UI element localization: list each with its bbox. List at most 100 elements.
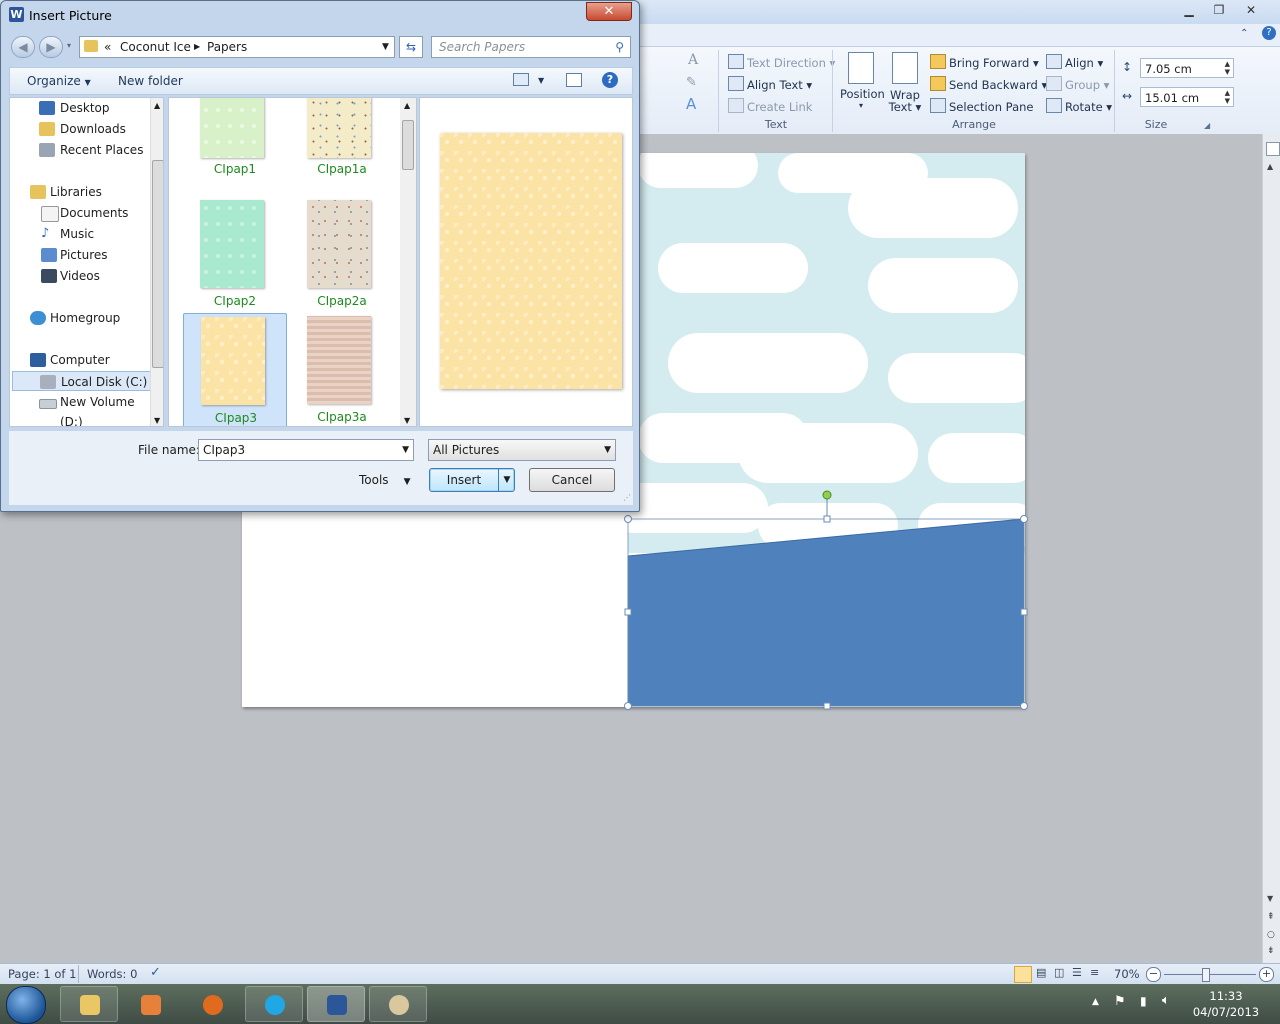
search-input[interactable]: Search Papers ⚲ — [431, 36, 631, 58]
resize-handle[interactable] — [624, 608, 632, 616]
align-text-button[interactable]: Align Text ▾ — [728, 76, 812, 92]
resize-grip-icon[interactable]: ⋰ — [623, 493, 631, 502]
selection-pane-button[interactable]: Selection Pane — [930, 98, 1033, 114]
search-icon[interactable]: ⚲ — [615, 37, 624, 57]
align-button[interactable]: Align ▾ — [1046, 54, 1103, 70]
word-count[interactable]: Words: 0 — [87, 967, 137, 981]
file-tile-clpap2a[interactable]: CIpap2a — [290, 200, 394, 316]
nav-item-pictures[interactable]: Pictures — [10, 245, 150, 265]
blue-trapezoid-shape[interactable] — [627, 518, 1025, 707]
close-icon[interactable]: ✕ — [1236, 0, 1266, 20]
volume-icon[interactable]: 🔈︎ — [1162, 993, 1170, 1008]
zoom-out-icon[interactable]: − — [1146, 967, 1161, 982]
taskbar-firefox[interactable] — [183, 986, 241, 1022]
resize-handle[interactable] — [1020, 515, 1028, 523]
nav-item-documents[interactable]: Documents — [10, 203, 150, 223]
scroll-up-icon[interactable]: ▲ — [404, 101, 410, 110]
nav-item-recent-places[interactable]: Recent Places — [10, 140, 150, 160]
taskbar-paint[interactable] — [369, 986, 427, 1022]
new-folder-button[interactable]: New folder — [118, 74, 183, 88]
help-icon[interactable]: ? — [602, 72, 618, 88]
taskbar-explorer[interactable] — [60, 986, 118, 1022]
zoom-in-icon[interactable]: + — [1259, 967, 1274, 982]
forward-icon[interactable]: ▶ — [39, 36, 63, 58]
recent-locations-icon[interactable]: ▾ — [67, 41, 71, 50]
send-backward-button[interactable]: Send Backward ▾ — [930, 76, 1047, 92]
resize-handle[interactable] — [624, 515, 632, 523]
wrap-text-button[interactable]: Wrap Text ▾ — [888, 52, 922, 113]
file-type-filter[interactable]: All Pictures ▼ — [428, 439, 616, 461]
show-hidden-icons-icon[interactable]: ▲ — [1092, 997, 1099, 1007]
resize-handle[interactable] — [1020, 608, 1028, 616]
organize-menu[interactable]: Organize ▼ — [27, 74, 91, 88]
insert-options-icon[interactable]: ▼ — [498, 469, 515, 491]
next-page-icon[interactable]: ⇟ — [1267, 946, 1275, 956]
chevron-down-icon[interactable]: ▼ — [402, 440, 409, 460]
draft-icon[interactable]: ≡ — [1090, 966, 1099, 979]
text-direction-button[interactable]: Text Direction ▾ — [728, 54, 835, 70]
nav-item-homegroup[interactable]: Homegroup — [10, 308, 150, 328]
group-button[interactable]: Group ▾ — [1046, 76, 1109, 92]
view-options-icon[interactable]: ▼ — [538, 76, 544, 85]
file-tile-clpap2[interactable]: CIpap2 — [183, 200, 287, 316]
start-button[interactable] — [6, 986, 46, 1024]
proofing-icon[interactable]: ✓ — [150, 965, 161, 980]
insert-button[interactable]: Insert ▼ — [429, 468, 515, 492]
resize-handle[interactable] — [1020, 702, 1028, 710]
scroll-thumb[interactable] — [402, 120, 414, 170]
change-view-icon[interactable] — [513, 73, 529, 86]
scroll-down-icon[interactable]: ▼ — [404, 416, 410, 425]
minimize-icon[interactable]: ▁ — [1174, 0, 1204, 20]
dialog-close-button[interactable]: ✕ — [586, 2, 632, 21]
address-bar[interactable]: « Coconut Ice ▶ Papers ▼ — [79, 36, 395, 58]
file-name-field[interactable]: CIpap3 ▼ — [198, 439, 414, 461]
rotate-button[interactable]: Rotate ▾ — [1046, 98, 1112, 114]
taskbar-skype[interactable] — [245, 986, 303, 1022]
file-tile-clpap3[interactable]: CIpap3 — [183, 313, 287, 426]
text-effects-icon[interactable]: A — [686, 95, 696, 113]
file-tile-clpap3a[interactable]: CIpap3a — [290, 313, 394, 426]
breadcrumb-coconut-ice[interactable]: Coconut Ice — [120, 37, 191, 57]
position-button[interactable]: Position ▾ — [840, 52, 885, 110]
page-count[interactable]: Page: 1 of 1 — [8, 967, 76, 981]
vertical-scrollbar[interactable]: ▲ ▼ ⇞ ○ ⇟ — [1262, 134, 1280, 963]
zoom-level[interactable]: 70% — [1114, 967, 1140, 981]
tools-menu[interactable]: Tools ▼ — [359, 473, 410, 487]
scroll-down-icon[interactable]: ▼ — [1267, 894, 1273, 903]
size-dialog-launcher-icon[interactable]: ◢ — [1204, 121, 1210, 130]
full-screen-reading-icon[interactable]: ▤ — [1036, 966, 1046, 979]
file-list-scrollbar[interactable]: ▲ ▼ — [400, 98, 416, 426]
nav-item-libraries[interactable]: Libraries — [10, 182, 150, 202]
file-tile-clpap1a[interactable]: CIpap1a — [290, 98, 394, 186]
nav-item-videos[interactable]: Videos — [10, 266, 150, 286]
print-layout-icon[interactable] — [1014, 966, 1032, 983]
resize-handle[interactable] — [823, 702, 831, 710]
web-layout-icon[interactable]: ◫ — [1054, 966, 1064, 979]
nav-item-downloads[interactable]: Downloads — [10, 119, 150, 139]
previous-page-icon[interactable]: ⇞ — [1267, 912, 1275, 922]
nav-item-local-disk-c[interactable]: Local Disk (C:) — [12, 371, 152, 391]
zoom-slider-thumb[interactable] — [1202, 968, 1211, 982]
action-center-flag-icon[interactable]: ⚑ — [1114, 994, 1126, 1009]
scroll-down-icon[interactable]: ▼ — [154, 416, 160, 425]
file-tile-clpap1[interactable]: CIpap1 — [183, 98, 287, 186]
create-link-button[interactable]: Create Link — [728, 98, 812, 114]
taskbar-media-player[interactable] — [121, 986, 179, 1022]
collapse-ribbon-icon[interactable]: ⌃ — [1240, 28, 1248, 39]
clock[interactable]: 11:33 04/07/2013 — [1186, 988, 1266, 1020]
scroll-thumb[interactable] — [152, 160, 163, 368]
nav-item-computer[interactable]: Computer — [10, 350, 150, 370]
restore-icon[interactable]: ❐ — [1204, 0, 1234, 20]
refresh-icon[interactable]: ⇆ — [399, 36, 423, 58]
network-icon[interactable]: ▮ — [1140, 994, 1147, 1008]
resize-handle[interactable] — [823, 515, 831, 523]
rotation-handle[interactable] — [822, 490, 832, 500]
address-overflow-chevron[interactable]: « — [104, 37, 111, 57]
nav-item-new-volume-d[interactable]: New Volume (D:) — [10, 392, 150, 426]
chevron-down-icon[interactable]: ▼ — [604, 440, 611, 460]
nav-item-desktop[interactable]: Desktop — [10, 98, 150, 118]
spinner-icon[interactable]: ▲ ▼ — [1225, 60, 1230, 76]
browse-object-icon[interactable]: ○ — [1267, 930, 1275, 940]
outline-icon[interactable]: ☰ — [1072, 966, 1082, 979]
resize-handle[interactable] — [624, 702, 632, 710]
